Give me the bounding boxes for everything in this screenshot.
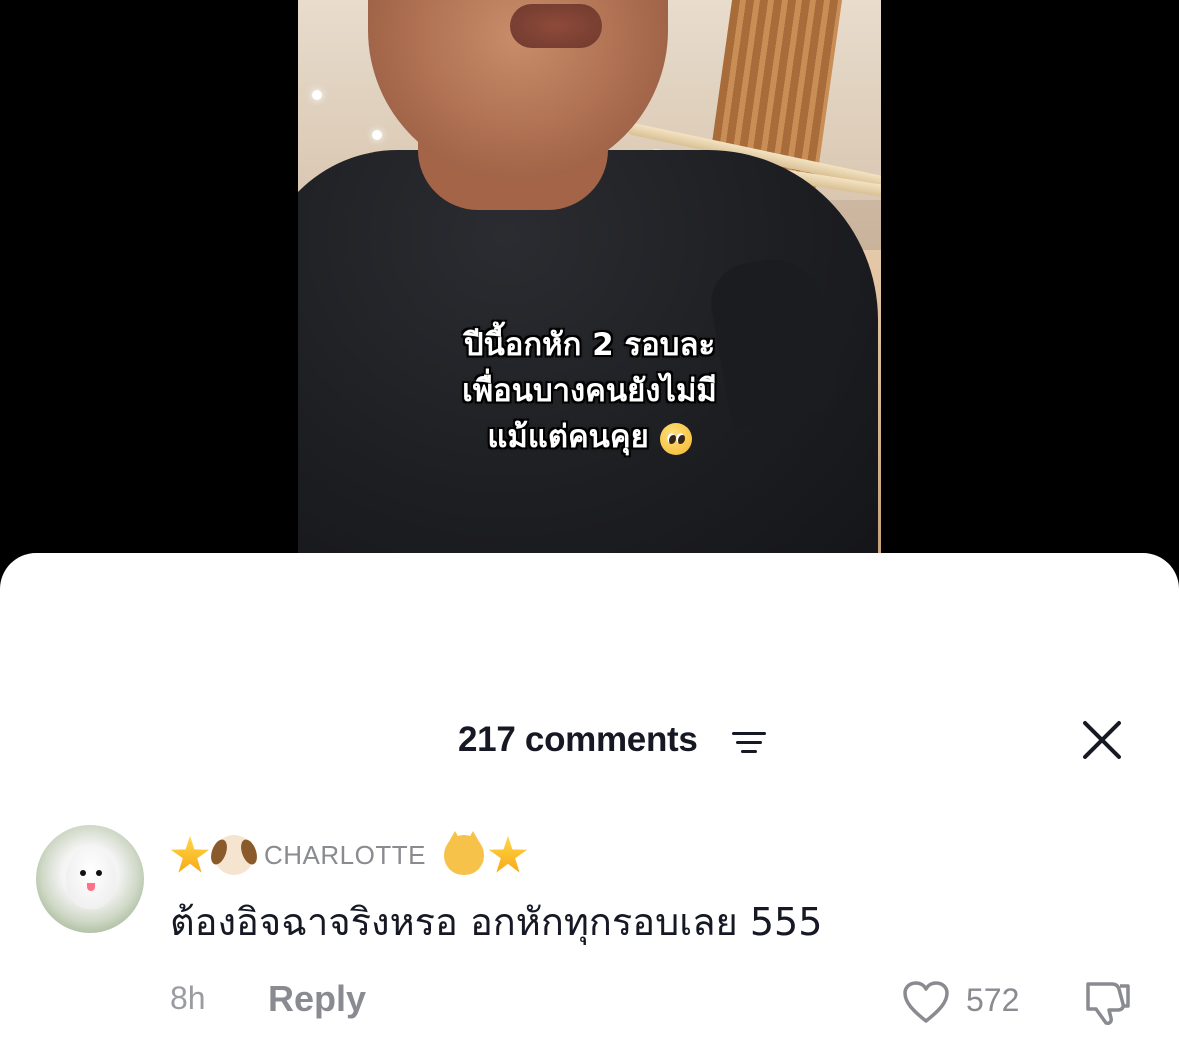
star-emoji — [170, 835, 210, 873]
person-lips — [510, 4, 602, 48]
video-frame[interactable]: ปีนี้อกหัก 2 รอบละ เพื่อนบางคนยังไม่มี แ… — [298, 0, 881, 553]
dog-tongue — [87, 883, 95, 891]
dog-eye — [96, 870, 102, 876]
dog-eye — [80, 870, 86, 876]
video-caption: ปีนี้อกหัก 2 รอบละ เพื่อนบางคนยังไม่มี แ… — [298, 322, 881, 460]
cat-face-emoji — [443, 831, 484, 875]
dog-face-emoji — [214, 835, 254, 875]
ceiling-light — [312, 90, 322, 100]
comment-username[interactable]: CHARLOTTE — [264, 840, 426, 871]
star-emoji — [488, 835, 528, 873]
ceiling-light — [372, 130, 382, 140]
heart-outline-icon[interactable] — [902, 980, 950, 1024]
comments-sheet: 217 comments CHARLOTTE ต้องอิจฉาจริงหรอ … — [0, 553, 1179, 1038]
comments-header: 217 comments — [0, 718, 1179, 764]
comment-time: 8h — [170, 980, 206, 1016]
comment-meta: 8h Reply 572 — [170, 976, 1170, 1025]
caption-line-2: เพื่อนบางคนยังไม่มี — [462, 373, 717, 409]
comment-item: CHARLOTTE ต้องอิจฉาจริงหรอ อกหักทุกรอบเล… — [0, 823, 1179, 1038]
caption-line-3: แม้แต่คนคุย — [298, 414, 881, 460]
comments-count: 217 comments — [458, 720, 698, 759]
sort-filter-icon[interactable] — [732, 732, 766, 756]
comment-text: ต้องอิจฉาจริงหรอ อกหักทุกรอบเลย 555 — [170, 900, 823, 944]
avatar[interactable] — [36, 825, 144, 933]
thumbs-down-icon[interactable] — [1082, 978, 1132, 1026]
username-row[interactable]: CHARLOTTE — [170, 831, 528, 877]
pleading-face-emoji — [659, 422, 692, 455]
close-icon[interactable] — [1080, 718, 1124, 762]
reply-button[interactable]: Reply — [268, 978, 366, 1020]
like-count: 572 — [966, 982, 1020, 1018]
caption-line-1: ปีนี้อกหัก 2 รอบละ — [463, 327, 716, 363]
pomeranian-dog — [66, 847, 116, 909]
